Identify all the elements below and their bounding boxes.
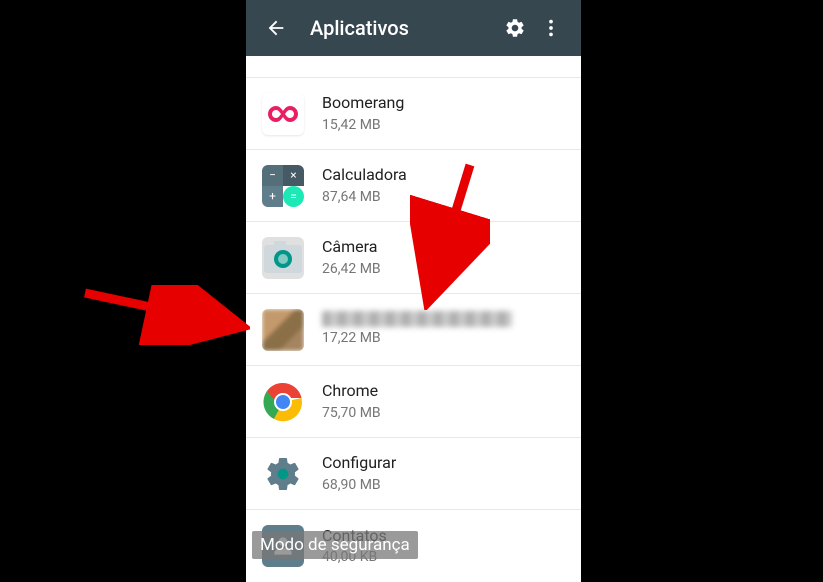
app-size: 68,90 MB xyxy=(322,476,565,494)
app-size: 15,42 MB xyxy=(322,116,565,134)
blurred-app-icon xyxy=(262,309,304,351)
app-list[interactable]: Boomerang 15,42 MB − × + = Calculadora xyxy=(246,56,581,582)
app-text: Configurar 68,90 MB xyxy=(322,453,565,494)
chrome-icon xyxy=(262,381,304,423)
app-name: Chrome xyxy=(322,381,565,402)
gear-icon xyxy=(504,17,526,39)
config-gear-icon xyxy=(262,453,304,495)
app-name: Câmera xyxy=(322,237,565,258)
list-item[interactable]: − × + = Calculadora 87,64 MB xyxy=(246,150,581,222)
camera-icon xyxy=(262,237,304,279)
arrow-back-icon xyxy=(265,17,287,39)
svg-text:×: × xyxy=(290,168,296,182)
app-text: 17,22 MB xyxy=(322,311,565,347)
phone-screen: Aplicativos Boomerang 15,42 MB xyxy=(246,0,581,565)
calculator-icon: − × + = xyxy=(262,165,304,207)
app-text: Boomerang 15,42 MB xyxy=(322,93,565,134)
more-button[interactable] xyxy=(533,10,569,46)
app-name: Calculadora xyxy=(322,165,565,186)
app-size: 26,42 MB xyxy=(322,260,565,278)
page-title: Aplicativos xyxy=(310,16,497,40)
settings-button[interactable] xyxy=(497,10,533,46)
svg-text:−: − xyxy=(269,168,276,182)
app-text: Câmera 26,42 MB xyxy=(322,237,565,278)
list-item[interactable]: Câmera 26,42 MB xyxy=(246,222,581,294)
svg-text:=: = xyxy=(290,189,297,203)
app-text: Chrome 75,70 MB xyxy=(322,381,565,422)
app-text: Calculadora 87,64 MB xyxy=(322,165,565,206)
app-size: 87,64 MB xyxy=(322,188,565,206)
list-item[interactable]: Configurar 68,90 MB xyxy=(246,438,581,510)
app-size: 75,70 MB xyxy=(322,404,565,422)
safe-mode-badge: Modo de segurança xyxy=(252,531,418,559)
list-item[interactable]: Chrome 75,70 MB xyxy=(246,366,581,438)
list-item[interactable] xyxy=(246,56,581,78)
app-name: Configurar xyxy=(322,453,565,474)
app-name-obscured xyxy=(322,311,512,327)
annotation-arrow-left xyxy=(80,285,250,345)
app-name: Boomerang xyxy=(322,93,565,114)
toolbar: Aplicativos xyxy=(246,0,581,56)
back-button[interactable] xyxy=(258,10,294,46)
boomerang-icon xyxy=(262,93,304,135)
list-item[interactable]: Boomerang 15,42 MB xyxy=(246,78,581,150)
list-item[interactable]: 17,22 MB xyxy=(246,294,581,366)
svg-text:+: + xyxy=(269,189,276,203)
more-vert-icon xyxy=(540,17,562,39)
app-size: 17,22 MB xyxy=(322,329,565,347)
